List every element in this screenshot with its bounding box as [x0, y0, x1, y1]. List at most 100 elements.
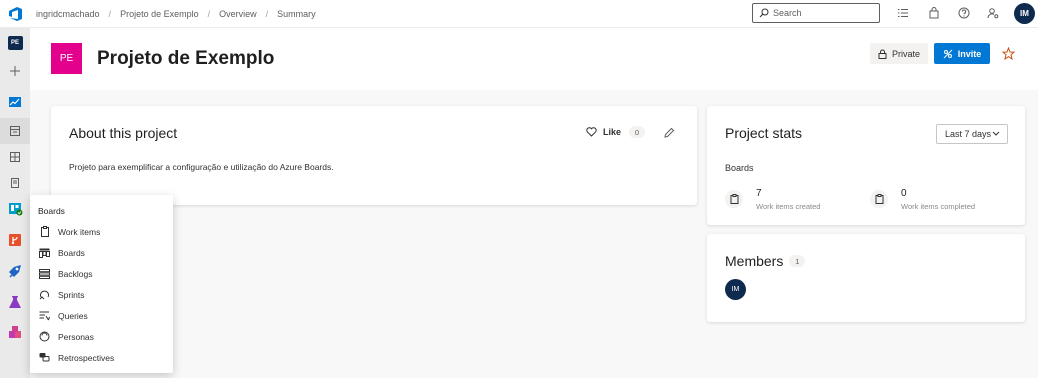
boards-icon: [39, 247, 50, 258]
invite-button[interactable]: Invite: [934, 43, 990, 64]
stat-completed: 0 Work items completed: [870, 188, 975, 211]
rail-test-plans-item[interactable]: [0, 289, 30, 315]
repos-icon: [9, 234, 21, 246]
time-range-value: Last 7 days: [945, 129, 992, 139]
project-description: Projeto para exemplificar a configuração…: [69, 162, 334, 172]
time-range-dropdown[interactable]: Last 7 days: [936, 124, 1008, 144]
wiki-icon: [11, 178, 19, 188]
breadcrumb-org[interactable]: ingridcmachado: [36, 9, 100, 19]
about-card: About this project Like 0 Projeto para e…: [51, 106, 697, 205]
queries-icon: [39, 310, 50, 321]
menu-item-backlogs[interactable]: Backlogs: [30, 263, 173, 284]
summary-icon: [10, 126, 20, 136]
list-icon[interactable]: [897, 7, 909, 19]
created-label: Work items created: [756, 202, 821, 211]
add-icon: [10, 66, 20, 76]
rail-overview-item[interactable]: [0, 89, 30, 115]
completed-value: 0: [901, 188, 907, 199]
created-value: 7: [756, 188, 762, 199]
help-icon[interactable]: [958, 7, 970, 19]
user-settings-icon[interactable]: [987, 7, 999, 19]
menu-item-label: Boards: [58, 247, 85, 258]
search-icon: [759, 8, 769, 18]
like-label: Like: [603, 127, 622, 137]
rail-summary-item[interactable]: [0, 118, 30, 144]
boards-hub-icon: [8, 203, 22, 216]
page-title: Projeto de Exemplo: [97, 48, 275, 69]
overview-icon: [9, 97, 21, 107]
breadcrumb-separator: /: [108, 9, 112, 19]
private-button[interactable]: Private: [870, 43, 928, 64]
pipelines-icon: [8, 264, 21, 278]
work-items-icon: [39, 226, 50, 237]
private-label: Private: [891, 48, 920, 59]
rail-artifacts-item[interactable]: [0, 319, 30, 345]
artifacts-icon: [9, 326, 21, 338]
favorite-star-icon[interactable]: [1002, 47, 1015, 60]
member-avatar[interactable]: IM: [725, 279, 746, 300]
top-bar: ingridcmachado / Projeto de Exemplo / Ov…: [0, 0, 1038, 28]
menu-item-sprints[interactable]: Sprints: [30, 284, 173, 305]
heart-icon: [586, 127, 597, 137]
menu-item-boards[interactable]: Boards: [30, 242, 173, 263]
rail-boards-item[interactable]: [0, 196, 30, 222]
members-count: 1: [789, 255, 806, 267]
menu-item-label: Backlogs: [58, 268, 93, 279]
menu-item-label: Queries: [58, 310, 88, 321]
menu-item-retrospectives[interactable]: Retrospectives: [30, 347, 173, 368]
breadcrumb-separator: /: [207, 9, 211, 19]
retrospectives-icon: [39, 352, 50, 363]
rail-wiki-item[interactable]: [0, 170, 30, 196]
shopping-bag-icon[interactable]: [928, 7, 940, 19]
stats-title: Project stats: [725, 125, 803, 141]
breadcrumb-separator: /: [265, 9, 269, 19]
menu-item-label: Retrospectives: [58, 352, 115, 363]
menu-item-label: Personas: [58, 331, 94, 342]
members-title: Members 1: [725, 253, 806, 269]
project-tile: PE: [51, 43, 82, 74]
boards-flyout-menu: Boards Work items Boards Backlogs Sprint…: [30, 195, 173, 373]
lock-icon: [878, 49, 887, 59]
rail-repos-item[interactable]: [0, 227, 30, 253]
sprints-icon: [39, 289, 50, 300]
menu-item-label: Work items: [58, 226, 101, 237]
rail-project-item[interactable]: PE: [0, 30, 30, 56]
about-title: About this project: [69, 125, 178, 141]
project-stats-card: Project stats Last 7 days Boards 7 Work …: [707, 106, 1025, 225]
search-placeholder: Search: [773, 8, 802, 18]
chevron-down-icon: [992, 131, 1000, 136]
edit-icon[interactable]: [663, 127, 675, 139]
azure-devops-logo[interactable]: [8, 6, 24, 22]
project-avatar: PE: [7, 36, 23, 50]
menu-item-personas[interactable]: Personas: [30, 326, 173, 347]
menu-item-label: Sprints: [58, 289, 85, 300]
dashboard-icon: [10, 152, 20, 162]
invite-icon: [943, 49, 953, 58]
clipboard-icon: [870, 190, 888, 208]
rail-add-item[interactable]: [0, 58, 30, 84]
like-button[interactable]: Like 0: [586, 126, 646, 138]
stat-created: 7 Work items created: [725, 188, 820, 211]
personas-icon: [39, 331, 50, 342]
rail-dashboards-item[interactable]: [0, 144, 30, 170]
breadcrumb-project[interactable]: Projeto de Exemplo: [120, 9, 199, 19]
breadcrumb-overview[interactable]: Overview: [219, 9, 257, 19]
flyout-title: Boards: [38, 206, 65, 216]
backlogs-icon: [39, 268, 50, 279]
breadcrumb-summary[interactable]: Summary: [277, 9, 316, 19]
members-card: Members 1 IM: [707, 234, 1025, 322]
breadcrumb: ingridcmachado / Projeto de Exemplo / Ov…: [36, 0, 316, 28]
invite-label: Invite: [957, 48, 982, 59]
menu-item-work-items[interactable]: Work items: [30, 221, 173, 242]
members-title-text: Members: [725, 253, 784, 269]
stats-section-label: Boards: [725, 163, 754, 173]
search-input[interactable]: Search: [752, 3, 880, 23]
avatar[interactable]: IM: [1014, 3, 1035, 24]
left-rail: PE: [0, 28, 30, 378]
completed-label: Work items completed: [901, 202, 976, 211]
like-count: 0: [629, 126, 646, 138]
menu-item-queries[interactable]: Queries: [30, 305, 173, 326]
clipboard-icon: [725, 190, 743, 208]
rail-pipelines-item[interactable]: [0, 258, 30, 284]
project-header: PE Projeto de Exemplo Private Invite: [30, 28, 1038, 90]
